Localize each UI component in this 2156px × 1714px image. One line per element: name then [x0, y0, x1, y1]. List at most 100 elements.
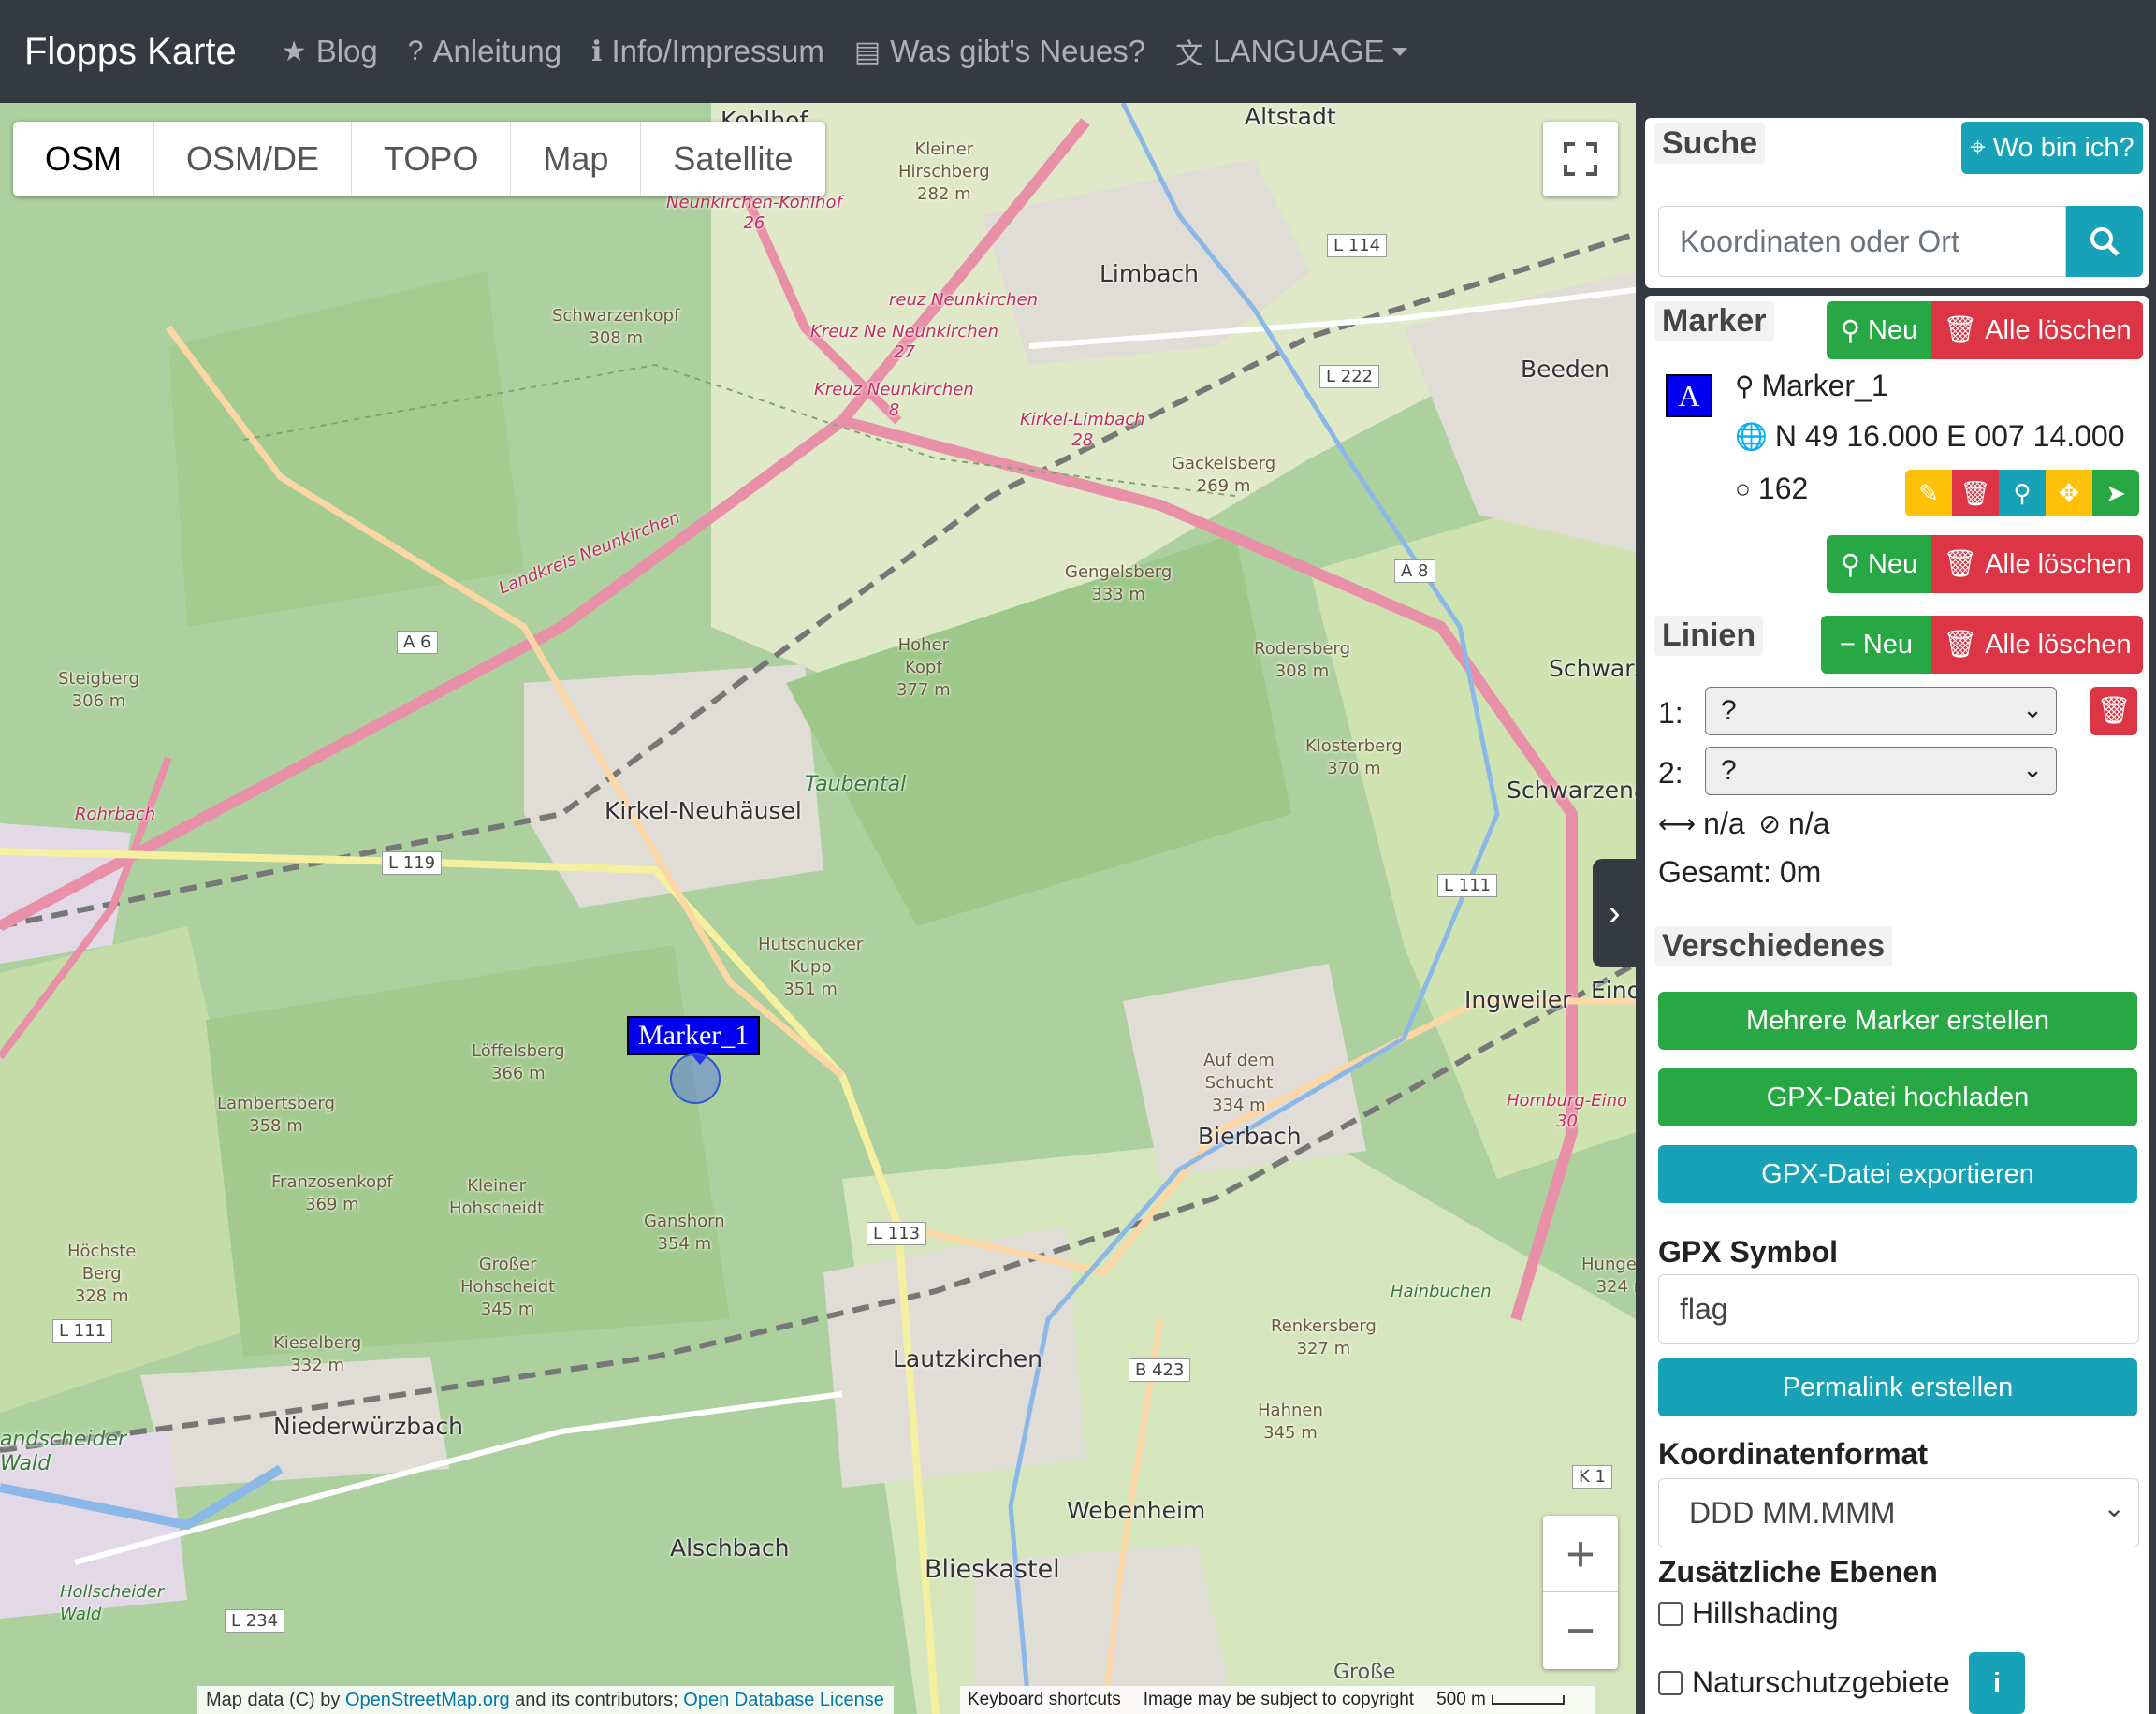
nav-news[interactable]: ▤ Was gibt's Neues? — [854, 34, 1145, 69]
search-input[interactable]: Koordinaten oder Ort — [1658, 206, 2066, 277]
naturschutz-option[interactable]: Naturschutzgebiete — [1658, 1665, 1950, 1700]
marker-new-button[interactable]: ⚲ Neu — [1827, 301, 1931, 359]
map-peak-hoechste-berg: Höchste Berg 328 m — [67, 1242, 137, 1306]
marker-move-button[interactable]: ✥ — [2046, 470, 2092, 516]
trash-icon: 🗑 — [1943, 630, 1978, 660]
map-road-l111-east: L 111 — [1437, 874, 1498, 897]
nav-info[interactable]: ℹ Info/Impressum — [591, 34, 824, 69]
keyboard-shortcuts-link[interactable]: Keyboard shortcuts — [968, 1690, 1121, 1710]
map-label-rohrbach: Rohrbach — [75, 805, 156, 824]
nav-blog[interactable]: ★ Blog — [282, 34, 378, 69]
map-peak-ganshorn: Ganshorn 354 m — [644, 1212, 725, 1254]
scale-label: 500 m — [1436, 1690, 1486, 1709]
info-icon: ℹ — [591, 36, 603, 67]
newspaper-icon: ▤ — [853, 36, 881, 67]
map-label-eino: Eino — [1591, 977, 1636, 1004]
nav-language[interactable]: 文 LANGUAGE — [1175, 31, 1407, 72]
chevron-down-icon: ⌄ — [2022, 695, 2043, 723]
map-label-hollscheider: Hollscheider Wald — [60, 1582, 165, 1624]
zoom-out-button[interactable]: − — [1543, 1592, 1618, 1669]
marker-navigate-button[interactable]: ➤ — [2092, 470, 2139, 516]
map-road-b423: B 423 — [1129, 1358, 1191, 1382]
gpx-upload-button[interactable]: GPX-Datei hochladen — [1658, 1068, 2137, 1126]
coord-format-label: Koordinatenformat — [1658, 1437, 1928, 1471]
map-view[interactable]: Kohlhof Altstadt Limbach Beeden Kirkel-N… — [0, 103, 1636, 1714]
crosshair-icon: ⌖ — [1970, 132, 1986, 163]
map-label-schwarzena: Schwarzena — [1507, 777, 1636, 804]
map-road-a6: A 6 — [397, 631, 438, 654]
map-marker-circle[interactable] — [670, 1053, 721, 1104]
line-stats: ⟷ n/a ⊘ n/a — [1658, 806, 1830, 840]
search-icon — [2090, 227, 2120, 256]
crosshair-icon: ✥ — [2059, 478, 2079, 507]
marker-edit-button[interactable]: ✎ — [1905, 470, 1952, 516]
layer-tab-topo[interactable]: TOPO — [352, 122, 512, 196]
map-label-webenheim: Webenheim — [1067, 1497, 1206, 1524]
google-map-footer: Keyboard shortcuts Image may be subject … — [960, 1686, 1595, 1714]
chevron-down-icon: ⌄ — [2103, 1493, 2125, 1522]
coord-format-select[interactable]: DDD MM.MMM ⌄ — [1658, 1478, 2139, 1547]
marker-delete-all-button-bottom[interactable]: 🗑 Alle löschen — [1931, 535, 2143, 593]
lines-title: Linien — [1654, 616, 1764, 656]
marker-delete-button[interactable]: 🗑 — [1952, 470, 1999, 516]
lines-delete-all-button[interactable]: 🗑 Alle löschen — [1931, 616, 2143, 674]
map-road-l119: L 119 — [382, 851, 443, 875]
location-arrow-icon: ➤ — [2105, 478, 2126, 507]
osm-link[interactable]: OpenStreetMap.org — [345, 1690, 510, 1711]
map-road-l114: L 114 — [1327, 234, 1388, 257]
map-label-altstadt: Altstadt — [1245, 103, 1336, 130]
permalink-button[interactable]: Permalink erstellen — [1658, 1358, 2137, 1416]
navbar: Flopps Karte ★ Blog ? Anleitung ℹ Info/Impr… — [0, 0, 2156, 103]
nav-anleitung[interactable]: ? Anleitung — [408, 34, 561, 69]
fullscreen-button[interactable] — [1543, 122, 1618, 196]
map-peak-gackelsberg: Gackelsberg 269 m — [1172, 454, 1276, 496]
map-peak-franzosenkopf: Franzosenkopf 369 m — [271, 1172, 393, 1214]
marker-new-button-bottom[interactable]: ⚲ Neu — [1827, 535, 1931, 593]
map-marker-label[interactable]: Marker_1 — [627, 1016, 761, 1065]
map-peak-gengelsberg: Gengelsberg 333 m — [1065, 562, 1173, 604]
layer-tab-satellite[interactable]: Satellite — [641, 122, 824, 196]
trash-icon: 🗑 — [1959, 478, 1991, 507]
map-peak-auf-dem-schucht: Auf dem Schucht 334 m — [1203, 1051, 1275, 1115]
gpx-export-button[interactable]: GPX-Datei exportieren — [1658, 1145, 2137, 1203]
map-peak-kleiner-hohscheidt: Kleiner Hohscheidt — [449, 1176, 545, 1218]
chevron-right-icon: › — [1608, 892, 1621, 934]
map-peak-hahnen: Hahnen 345 m — [1258, 1401, 1323, 1443]
odbl-link[interactable]: Open Database License — [683, 1690, 884, 1711]
zoom-in-button[interactable]: + — [1543, 1516, 1618, 1592]
map-road-l111-west: L 111 — [52, 1319, 113, 1343]
naturschutz-info-button[interactable]: i — [1969, 1652, 2025, 1714]
map-peak-rodersberg: Rodersberg 308 m — [1254, 639, 1350, 681]
naturschutz-checkbox[interactable] — [1658, 1670, 1683, 1695]
marker-radius: ○ 162 — [1735, 472, 1809, 505]
map-label-alschbach: Alschbach — [670, 1534, 790, 1561]
brand-title[interactable]: Flopps Karte — [24, 31, 237, 73]
map-junction-kirkel-limbach: Kirkel-Limbach 28 — [1020, 410, 1145, 450]
gpx-symbol-input[interactable]: flag — [1658, 1274, 2139, 1344]
layer-tab-osm[interactable]: OSM — [13, 122, 155, 196]
layer-switcher: OSM OSM/DE TOPO Map Satellite — [13, 122, 825, 196]
map-label-blieskastel: Blieskastel — [925, 1555, 1060, 1584]
marker-delete-all-button[interactable]: 🗑 Alle löschen — [1931, 301, 2143, 359]
locate-button[interactable]: ⌖ Wo bin ich? — [1961, 122, 2143, 174]
hillshading-checkbox[interactable] — [1658, 1601, 1683, 1626]
line-delete-button[interactable]: 🗑 — [2090, 687, 2137, 735]
search-icon: ⚲ — [2013, 478, 2032, 507]
lines-new-button[interactable]: − Neu — [1821, 616, 1931, 674]
marker-zoom-button[interactable]: ⚲ — [1999, 470, 2046, 516]
search-title: Suche — [1654, 123, 1766, 164]
map-label-lautzkirchen: Lautzkirchen — [893, 1345, 1042, 1373]
fullscreen-icon — [1564, 142, 1597, 176]
hillshading-option[interactable]: Hillshading — [1658, 1596, 1839, 1631]
marker-coords: 🌐 N 49 16.000 E 007 14.000 — [1735, 419, 2125, 453]
layer-tab-map[interactable]: Map — [511, 122, 642, 196]
zoom-control: + − — [1543, 1516, 1618, 1669]
search-button[interactable] — [2066, 206, 2143, 277]
create-multiple-markers-button[interactable]: Mehrere Marker erstellen — [1658, 992, 2137, 1050]
map-junction-kreuz-nk3: Kreuz Neunkirchen 8 — [814, 380, 974, 420]
line-row1-select[interactable]: ? ⌄ — [1705, 687, 2057, 735]
line-row2-select[interactable]: ? ⌄ — [1705, 747, 2057, 795]
sidebar-toggle-button[interactable]: › — [1593, 859, 1636, 967]
trash-icon: 🗑 — [2096, 696, 2132, 726]
layer-tab-osm-de[interactable]: OSM/DE — [154, 122, 353, 196]
